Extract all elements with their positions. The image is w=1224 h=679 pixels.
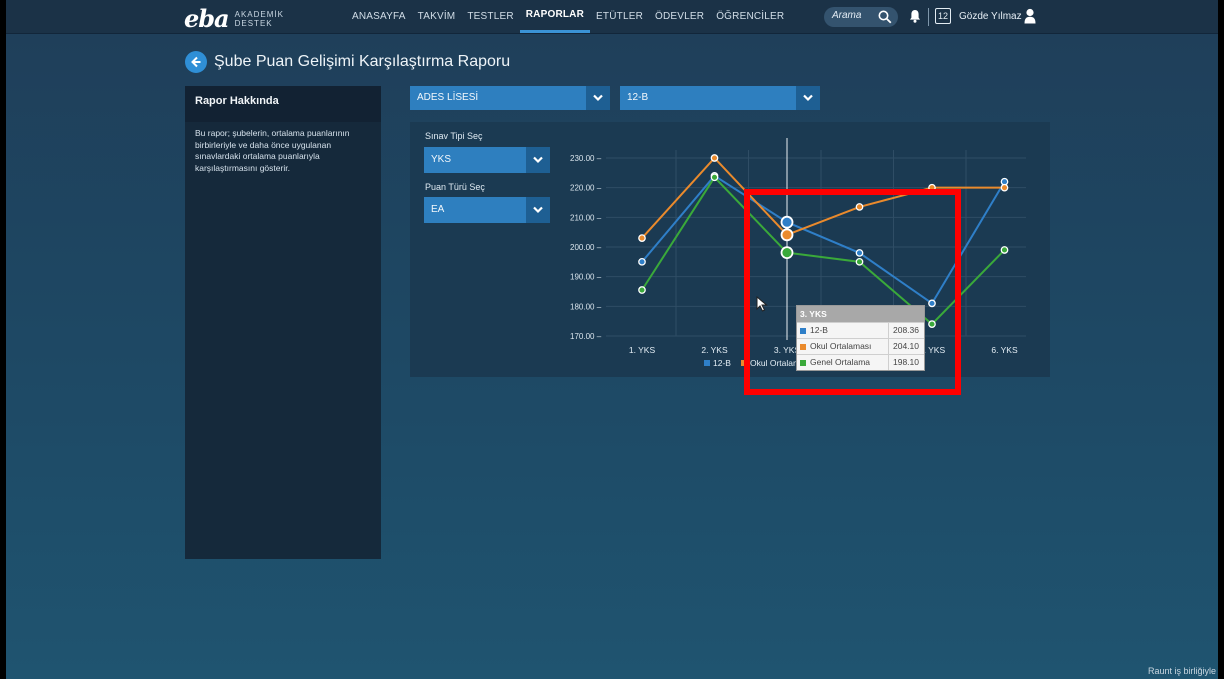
search-icon[interactable] — [878, 10, 892, 24]
x-tick-label: 2. YKS — [701, 345, 728, 355]
legend-swatch-12b — [704, 360, 710, 366]
mouse-cursor-icon — [756, 296, 768, 312]
score-type-label: Puan Türü Seç — [425, 182, 485, 192]
score-type-toggle[interactable] — [526, 197, 550, 223]
logo-sub-top: AKADEMİK — [234, 9, 284, 19]
school-select-value: ADES LİSESİ — [417, 92, 479, 103]
nav-odevler[interactable]: ÖDEVLER — [649, 0, 710, 33]
logo-subtitle: AKADEMİK DESTEK — [235, 10, 284, 28]
notification-bell-icon[interactable] — [909, 9, 921, 23]
exam-type-select[interactable]: YKS — [424, 147, 550, 173]
page-title: Şube Puan Gelişimi Karşılaştırma Raporu — [214, 53, 511, 70]
branch-select-value: 12-B — [627, 92, 649, 103]
chevron-down-icon — [533, 206, 543, 214]
app-window: eba AKADEMİK DESTEK ANASAYFA TAKVİM TEST… — [6, 0, 1218, 679]
y-tick-label: 210.00 – — [570, 213, 602, 222]
score-type-select[interactable]: EA — [424, 197, 550, 223]
data-point-genel-ortalama[interactable] — [1000, 246, 1009, 254]
y-tick-label: 180.00 – — [570, 302, 602, 311]
data-point-12-b[interactable] — [638, 257, 646, 266]
data-point-genel-ortalama[interactable] — [638, 286, 646, 294]
nav-testler[interactable]: TESTLER — [461, 0, 519, 33]
user-avatar-icon[interactable] — [1024, 8, 1036, 24]
data-point-okul-ortalamas-[interactable] — [638, 234, 646, 242]
chevron-down-icon — [803, 94, 813, 102]
page-header: Şube Puan Gelişimi Karşılaştırma Raporu — [185, 51, 510, 73]
data-point-genel-ortalama[interactable] — [710, 173, 719, 182]
arrow-left-icon — [191, 56, 201, 68]
x-tick-label: 1. YKS — [629, 345, 656, 355]
nav-ogrenciler[interactable]: ÖĞRENCİLER — [710, 0, 790, 33]
nav-takvim[interactable]: TAKVİM — [412, 0, 462, 33]
main-nav: ANASAYFA TAKVİM TESTLER RAPORLAR ETÜTLER… — [346, 0, 790, 33]
school-select[interactable]: ADES LİSESİ — [410, 86, 610, 110]
chevron-down-icon — [593, 94, 603, 102]
legend-label-12b[interactable]: 12-B — [713, 358, 731, 368]
red-highlight-box — [744, 189, 961, 395]
header-divider — [928, 8, 929, 26]
y-axis-ticks: 230.00 – 220.00 – 210.00 – 200.00 – 190.00 –… — [570, 154, 602, 341]
y-tick-label: 230.00 – — [570, 154, 602, 163]
exam-type-toggle[interactable] — [526, 147, 550, 173]
data-point-okul-ortalamas-[interactable] — [710, 154, 719, 162]
x-tick-label: 6. YKS — [991, 345, 1018, 355]
search-box[interactable]: Arama — [824, 7, 898, 27]
watermark: Raunt iş birliğiyle — [1147, 666, 1216, 676]
nav-etutler[interactable]: ETÜTLER — [590, 0, 649, 33]
y-tick-label: 170.00 – — [570, 332, 602, 341]
eba-logo[interactable]: eba AKADEMİK DESTEK — [184, 4, 284, 33]
report-info-panel: Rapor Hakkında Bu rapor; şubelerin, orta… — [185, 86, 381, 559]
data-point-okul-ortalamas-[interactable] — [1000, 183, 1009, 192]
branch-select[interactable]: 12-B — [620, 86, 820, 110]
exam-type-label: Sınav Tipi Seç — [425, 131, 483, 141]
logo-sub-bottom: DESTEK — [234, 18, 273, 28]
y-tick-label: 190.00 – — [570, 273, 602, 282]
exam-type-value: YKS — [431, 154, 452, 165]
y-tick-label: 220.00 – — [570, 184, 602, 193]
search-label: Arama — [832, 10, 862, 21]
branch-select-toggle[interactable] — [796, 86, 820, 110]
school-select-toggle[interactable] — [586, 86, 610, 110]
nav-anasayfa[interactable]: ANASAYFA — [346, 0, 412, 33]
chevron-down-icon — [533, 156, 543, 164]
report-info-text: Bu rapor; şubelerin, ortalama puanlarını… — [195, 128, 350, 173]
nav-raporlar[interactable]: RAPORLAR — [519, 0, 591, 33]
back-button[interactable] — [185, 51, 207, 73]
user-name[interactable]: Gözde Yılmaz — [959, 11, 1022, 22]
y-tick-label: 200.00 – — [570, 243, 602, 252]
logo-main-text: eba — [184, 4, 230, 33]
score-type-value: EA — [431, 204, 445, 215]
calendar-icon[interactable]: 12 — [935, 8, 951, 24]
top-navigation-bar: eba AKADEMİK DESTEK ANASAYFA TAKVİM TEST… — [6, 0, 1218, 34]
report-info-heading: Rapor Hakkında — [185, 86, 381, 122]
